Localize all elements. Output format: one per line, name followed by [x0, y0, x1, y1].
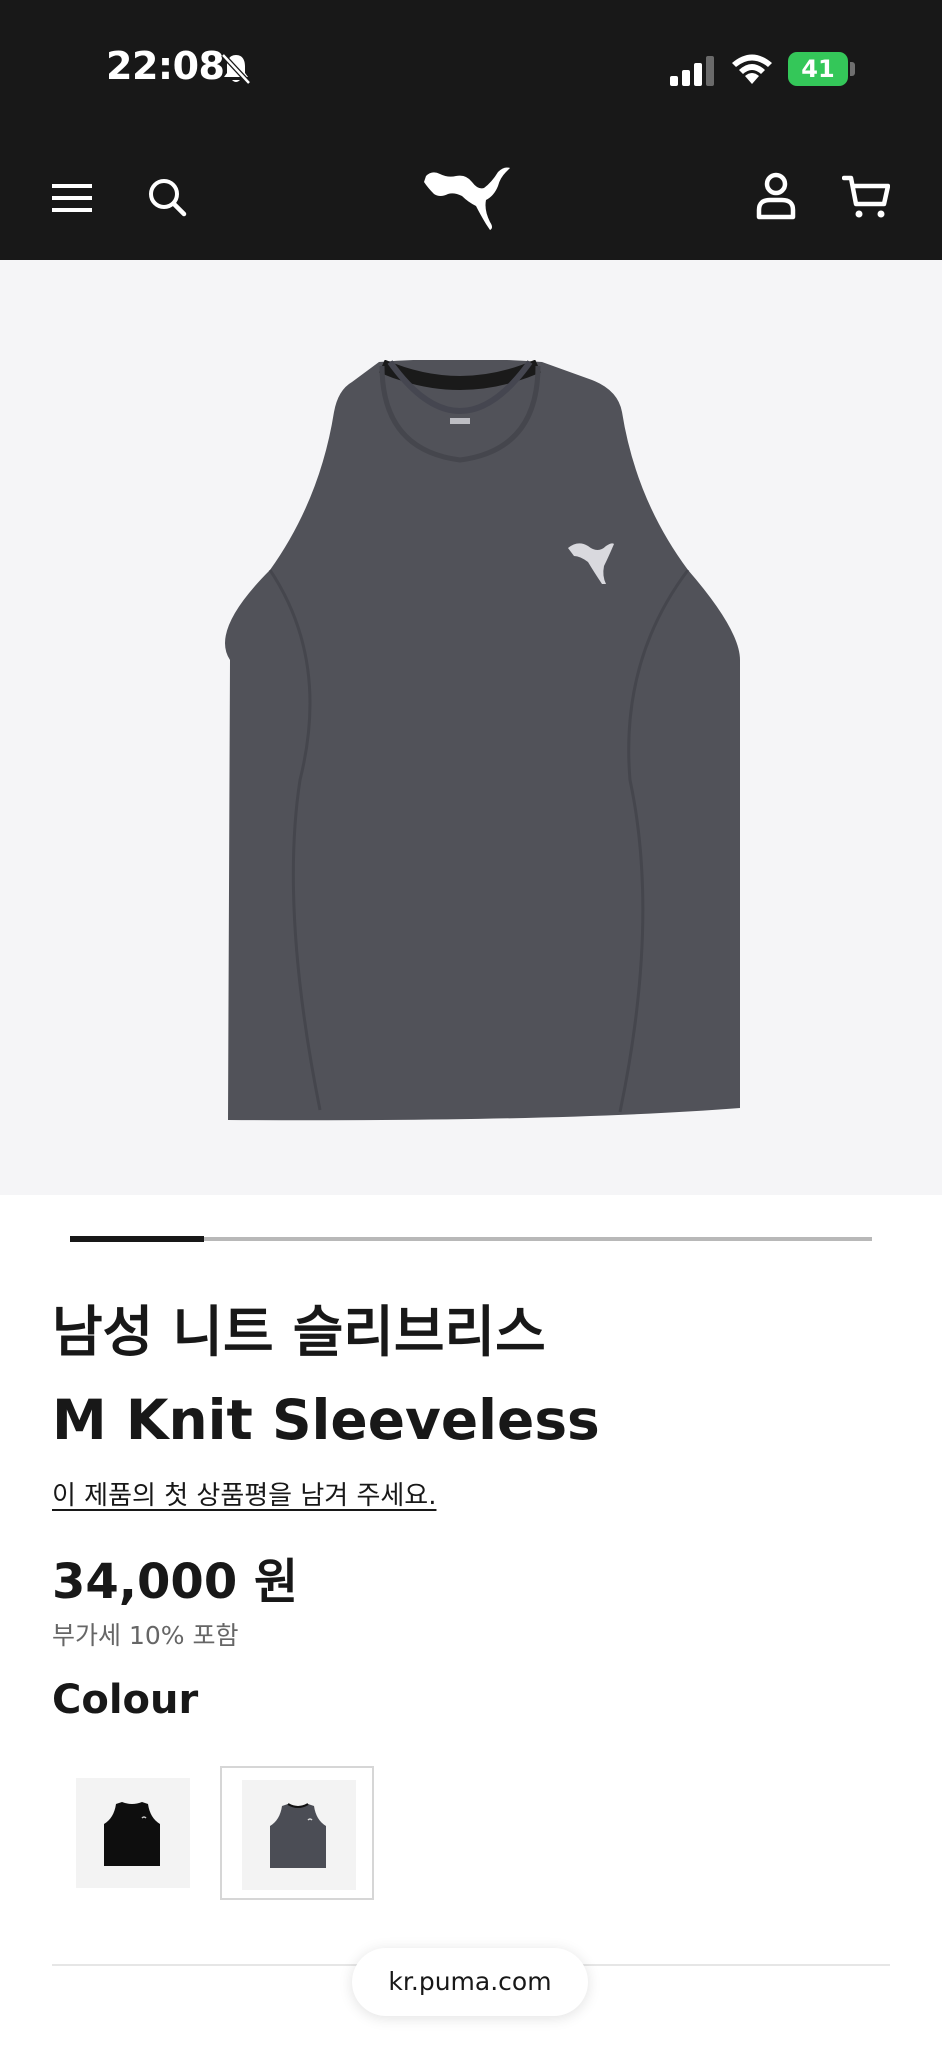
sleeveless-shirt-black-image	[104, 1802, 160, 1866]
battery-level: 41	[801, 55, 835, 83]
user-icon[interactable]	[756, 172, 796, 220]
status-bar: 22:08 41	[0, 0, 942, 140]
wifi-icon	[732, 54, 772, 84]
browser-url-bar[interactable]: kr.puma.com	[352, 1948, 588, 2016]
write-review-link[interactable]: 이 제품의 첫 상품평을 남겨 주세요.	[52, 1475, 436, 1512]
sleeveless-shirt-image	[225, 360, 740, 1121]
vat-note: 부가세 10% 포함	[52, 1621, 239, 1650]
swatch-thumbnail	[242, 1780, 356, 1890]
search-icon[interactable]	[146, 176, 188, 218]
site-header	[0, 140, 942, 260]
colour-swatch-black[interactable]	[56, 1766, 210, 1900]
battery-charging-icon: 41	[788, 52, 848, 86]
carousel-indicator	[70, 1236, 204, 1242]
product-title: 남성 니트 슬리브리스 M Knit Sleeveless	[52, 1288, 892, 1464]
colour-label: Colour	[52, 1677, 199, 1723]
status-time: 22:08	[106, 44, 225, 88]
puma-logo[interactable]	[422, 164, 514, 234]
swatch-thumbnail	[76, 1778, 190, 1888]
signal-icon	[670, 56, 714, 86]
cart-icon[interactable]	[842, 174, 890, 220]
menu-icon[interactable]	[52, 178, 92, 218]
sleeveless-shirt-grey-image	[270, 1803, 326, 1868]
product-price: 34,000 원	[52, 1554, 299, 1610]
product-title-en: M Knit Sleeveless	[52, 1388, 600, 1452]
bell-slash-icon	[221, 53, 251, 85]
product-title-ko: 남성 니트 슬리브리스	[52, 1300, 546, 1364]
colour-swatch-grey[interactable]	[220, 1766, 374, 1900]
battery-cap	[850, 62, 855, 76]
product-image[interactable]	[0, 260, 942, 1195]
